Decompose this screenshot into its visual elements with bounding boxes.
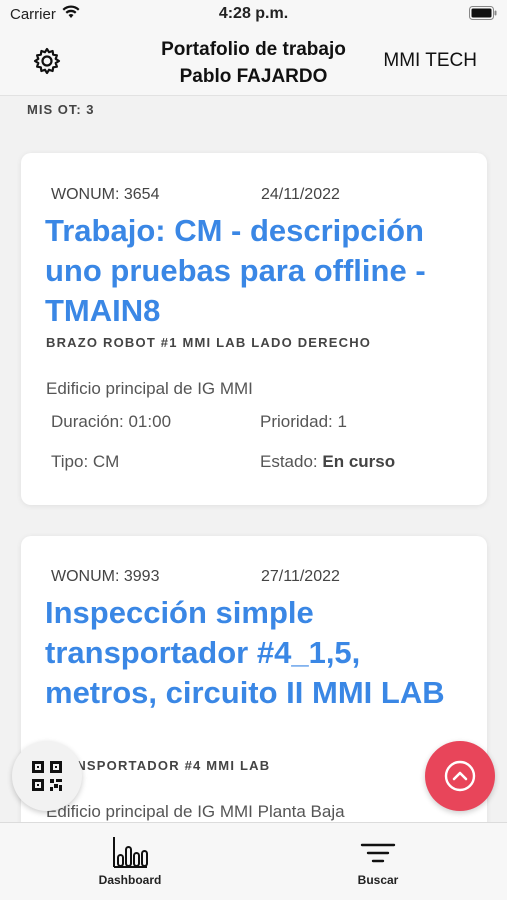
filter-icon <box>360 843 396 863</box>
qr-code-icon <box>32 761 62 791</box>
wonum-label: WONUM: 3993 <box>51 568 160 585</box>
scroll-top-button[interactable] <box>425 741 495 811</box>
battery-icon <box>469 6 497 25</box>
location-label: Edificio principal de IG MMI Planta Baja <box>46 802 345 821</box>
tab-label: Buscar <box>357 873 399 887</box>
settings-button[interactable] <box>32 46 62 76</box>
work-order-title: Inspección simple transportador #4_1,5, … <box>45 595 445 710</box>
status-field: Estado: En curso <box>260 452 395 472</box>
type-label: Tipo: CM <box>51 452 120 471</box>
gear-icon <box>33 47 61 75</box>
duration-label: Duración: 01:00 <box>51 412 172 431</box>
bar-chart-icon <box>113 837 148 868</box>
chevron-up-circle-icon <box>444 760 476 792</box>
work-order-card[interactable]: WONUM: 3654 24/11/2022 Trabajo: CM - des… <box>21 153 487 505</box>
tab-label: Dashboard <box>98 873 162 887</box>
priority-label: Prioridad: 1 <box>260 412 347 431</box>
tab-bar: Dashboard Buscar <box>0 822 507 900</box>
work-order-title: Trabajo: CM - descripción uno pruebas pa… <box>45 213 426 328</box>
work-order-count: MIS OT: 3 <box>27 102 95 117</box>
location-label: Edificio principal de IG MMI <box>46 379 253 398</box>
scan-qr-button[interactable] <box>12 741 82 811</box>
tab-dashboard[interactable]: Dashboard <box>60 823 200 900</box>
status-time: 4:28 p.m. <box>218 5 289 22</box>
header-company-button[interactable]: MMI TECH <box>383 50 477 72</box>
wonum-label: WONUM: 3654 <box>51 186 160 203</box>
date-label: 24/11/2022 <box>261 186 340 203</box>
status-bar: Carrier 4:28 p.m. <box>0 0 507 30</box>
work-order-list[interactable]: MIS OT: 3 WONUM: 3654 24/11/2022 Trabajo… <box>0 96 507 822</box>
asset-label: BRAZO ROBOT #1 MMI LAB LADO DERECHO <box>46 335 372 350</box>
status-value: En curso <box>322 452 396 471</box>
work-order-card[interactable]: WONUM: 3993 27/11/2022 Inspección simple… <box>21 536 487 822</box>
tab-buscar[interactable]: Buscar <box>308 823 448 900</box>
date-label: 27/11/2022 <box>261 568 340 585</box>
status-label: Estado: <box>260 452 318 471</box>
app-header: Portafolio de trabajo Pablo FAJARDO MMI … <box>0 30 507 96</box>
